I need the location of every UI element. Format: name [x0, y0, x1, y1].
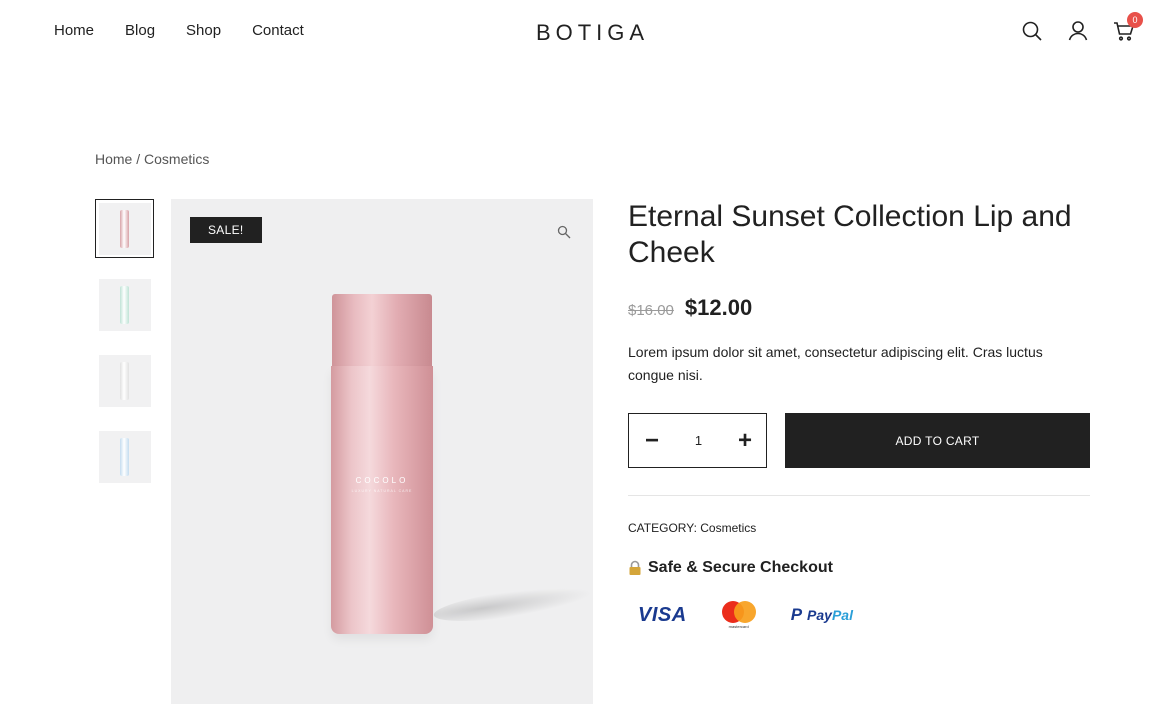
- add-to-cart-row: − 1 + ADD TO CART: [628, 413, 1090, 468]
- add-to-cart-button[interactable]: ADD TO CART: [785, 413, 1090, 468]
- bottle-shadow: [431, 579, 593, 629]
- divider: [628, 495, 1090, 496]
- sale-badge: SALE!: [190, 217, 262, 243]
- header-icons: 0: [1020, 12, 1143, 43]
- product-title: Eternal Sunset Collection Lip and Cheek: [628, 200, 1072, 269]
- product-thumbnail-image: [120, 209, 129, 248]
- breadcrumb-separator: /: [132, 151, 145, 167]
- mastercard-logo: mastercard: [720, 601, 758, 629]
- category-link[interactable]: Cosmetics: [700, 521, 756, 535]
- gallery-thumbnail[interactable]: [95, 351, 154, 410]
- gallery-thumbnail[interactable]: [95, 275, 154, 334]
- mastercard-text: mastercard: [728, 624, 749, 629]
- secure-checkout: Safe & Secure Checkout: [628, 559, 1090, 577]
- bottle-subtitle-text: LUXURY NATURAL CARE: [351, 489, 413, 493]
- gallery-thumbnail[interactable]: [95, 427, 154, 486]
- gallery-thumbnails: [95, 199, 154, 503]
- quantity-stepper: − 1 +: [628, 413, 767, 468]
- product-bottle: COCOLO LUXURY NATURAL CARE: [331, 294, 433, 634]
- search-icon[interactable]: [1020, 19, 1044, 43]
- paypal-logo: P PayPal: [791, 605, 853, 625]
- paypal-pay-text: Pay: [807, 607, 832, 623]
- breadcrumb-home[interactable]: Home: [95, 151, 132, 167]
- qty-minus-button[interactable]: −: [645, 428, 659, 453]
- product-main-image[interactable]: SALE! COCOLO LUXURY NATURAL CARE: [171, 199, 593, 704]
- bottle-cap: [332, 294, 432, 366]
- breadcrumb-current: Cosmetics: [144, 151, 210, 167]
- zoom-icon[interactable]: [557, 225, 571, 242]
- product-category: CATEGORY: Cosmetics: [628, 521, 1090, 535]
- product-thumbnail-image: [120, 285, 129, 324]
- cart-icon[interactable]: 0: [1112, 12, 1143, 43]
- lock-icon: [628, 560, 642, 576]
- product-description: Lorem ipsum dolor sit amet, consectetur …: [628, 344, 1043, 383]
- visa-logo: VISA: [638, 603, 687, 626]
- paypal-pal-text: Pal: [831, 607, 853, 623]
- qty-plus-button[interactable]: +: [738, 428, 752, 453]
- bottle-brand-text: COCOLO: [355, 476, 409, 485]
- category-label: CATEGORY:: [628, 521, 701, 535]
- product-thumbnail-image: [120, 361, 129, 400]
- gallery-thumbnail[interactable]: [95, 199, 154, 258]
- site-logo[interactable]: BOTIGA: [0, 20, 1170, 46]
- bottle-body: COCOLO LUXURY NATURAL CARE: [331, 366, 433, 634]
- price-new: $12.00: [684, 295, 753, 320]
- breadcrumb: Home / Cosmetics: [95, 151, 209, 167]
- account-icon[interactable]: [1066, 19, 1090, 43]
- cart-count-badge: 0: [1127, 12, 1143, 28]
- product-summary: Eternal Sunset Collection Lip and Cheek …: [628, 199, 1090, 629]
- product-thumbnail-image: [120, 437, 129, 476]
- price-old: $16.00: [628, 302, 674, 319]
- product-price: $16.00 $12.00: [628, 295, 1090, 321]
- quantity-input[interactable]: 1: [695, 433, 702, 448]
- payment-logos: VISA mastercard P PayPal: [628, 601, 1090, 629]
- paypal-p-icon: P: [790, 605, 803, 624]
- secure-checkout-text: Safe & Secure Checkout: [648, 559, 833, 576]
